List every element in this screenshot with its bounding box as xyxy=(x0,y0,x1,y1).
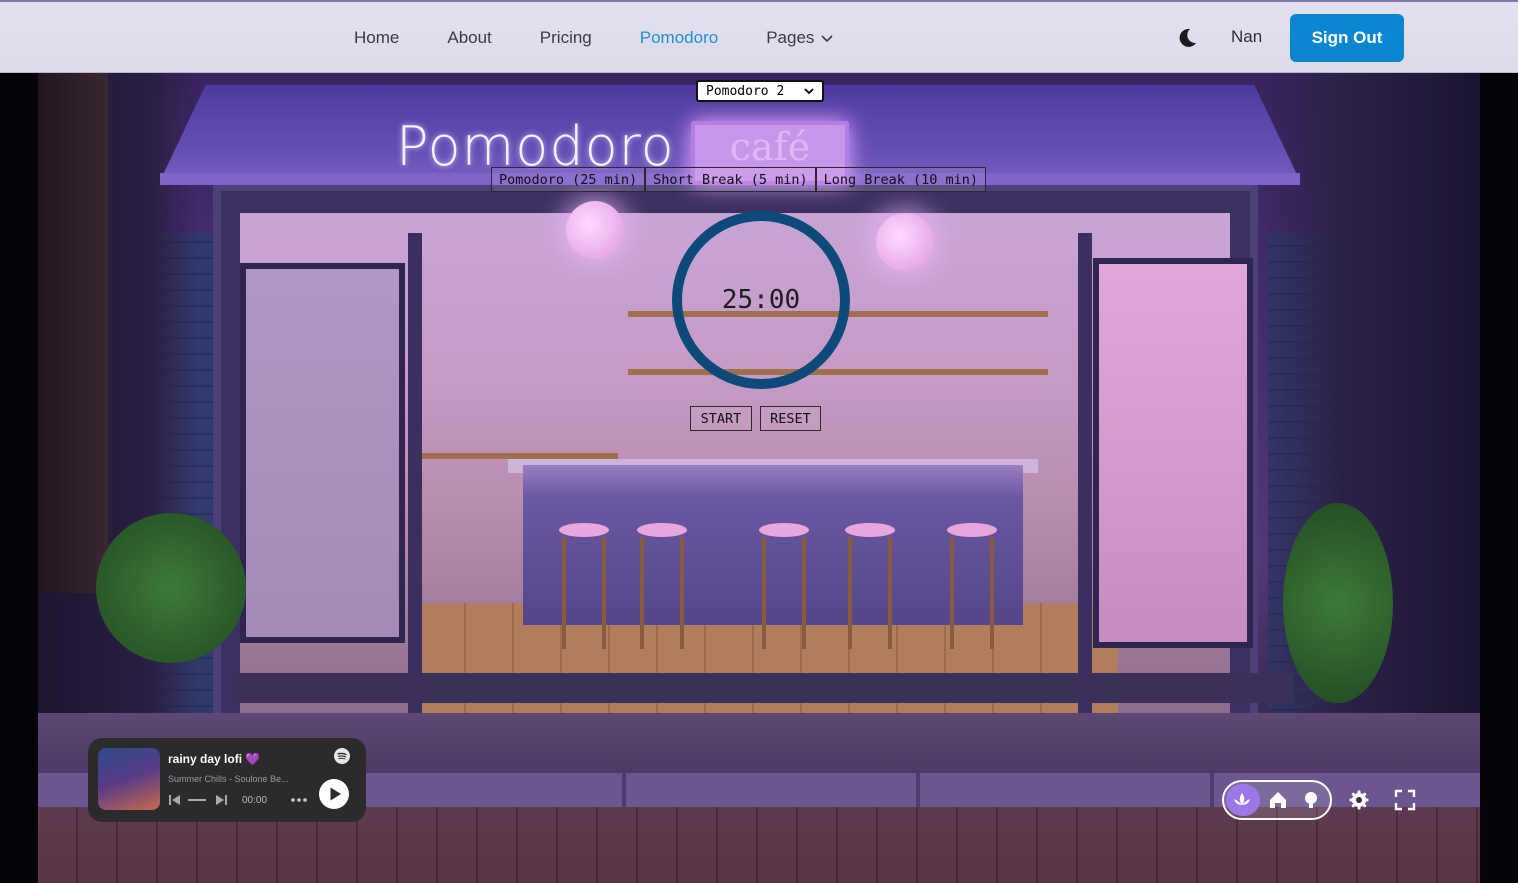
mode-tabs: Pomodoro (25 min) Short Break (5 min) Lo… xyxy=(491,167,987,192)
track-time: 00:00 xyxy=(242,795,268,806)
more-options-icon[interactable] xyxy=(290,795,308,805)
nav-links: Home About Pricing Pomodoro Pages xyxy=(354,2,882,73)
preset-select-value: Pomodoro 2 xyxy=(706,83,785,99)
nav-about[interactable]: About xyxy=(447,28,491,48)
bar-stool xyxy=(759,523,809,649)
track-title: rainy day lofi 💜 xyxy=(168,752,261,766)
nav-pomodoro[interactable]: Pomodoro xyxy=(640,28,718,48)
play-icon[interactable] xyxy=(318,778,350,810)
window-right xyxy=(1093,258,1253,648)
window-mullion xyxy=(1078,233,1092,743)
chevron-down-icon xyxy=(804,88,814,95)
reset-button[interactable]: RESET xyxy=(760,406,821,431)
spotify-player-widget: rainy day lofi 💜 Summer Chills - Soulone… xyxy=(88,738,366,822)
timer-ring: 25:00 xyxy=(671,210,851,390)
nav-pages-dropdown[interactable]: Pages xyxy=(766,28,834,48)
pendant-lamp xyxy=(566,201,624,259)
username: Nan xyxy=(1231,27,1263,46)
moon-icon[interactable] xyxy=(1175,26,1199,50)
nav-home[interactable]: Home xyxy=(354,28,399,48)
right-edge xyxy=(1480,73,1518,883)
fullscreen-icon[interactable] xyxy=(1394,789,1416,811)
home-icon[interactable] xyxy=(1267,789,1289,811)
tree-trunk xyxy=(38,73,108,593)
start-button[interactable]: START xyxy=(690,406,752,431)
progress-bar[interactable] xyxy=(188,799,206,801)
top-navbar: Home About Pricing Pomodoro Pages Nan Si… xyxy=(0,0,1518,73)
timer-display: 25:00 xyxy=(721,285,801,315)
track-artist: Summer Chills - Soulone Be... xyxy=(168,774,289,784)
left-edge xyxy=(0,73,38,883)
album-art xyxy=(98,748,160,810)
plant-left xyxy=(96,513,246,663)
window-mullion xyxy=(408,233,422,743)
next-track-icon[interactable] xyxy=(214,793,228,807)
window-sill xyxy=(233,673,1293,703)
bar-stool xyxy=(559,523,609,649)
bar-stool xyxy=(637,523,687,649)
tab-pomodoro[interactable]: Pomodoro (25 min) xyxy=(491,167,646,192)
previous-track-icon[interactable] xyxy=(168,793,182,807)
plant-right xyxy=(1283,503,1393,703)
pendant-lamp xyxy=(876,213,934,271)
lotus-icon[interactable] xyxy=(1231,789,1253,811)
preset-select[interactable]: Pomodoro 2 xyxy=(696,80,824,102)
sign-out-button[interactable]: Sign Out xyxy=(1290,14,1404,62)
cafe-sign-text: café xyxy=(729,125,811,169)
nav-pages-label: Pages xyxy=(766,27,815,47)
chevron-down-icon xyxy=(821,34,833,42)
tab-short-break[interactable]: Short Break (5 min) xyxy=(645,167,816,192)
bar-stool xyxy=(845,523,895,649)
lightbulb-icon[interactable] xyxy=(1300,789,1322,811)
spotify-logo-icon[interactable] xyxy=(334,748,350,764)
bar-stool xyxy=(947,523,997,649)
tab-long-break[interactable]: Long Break (10 min) xyxy=(815,167,987,192)
window-left xyxy=(240,263,405,643)
nav-pricing[interactable]: Pricing xyxy=(540,28,592,48)
gear-icon[interactable] xyxy=(1348,789,1370,811)
